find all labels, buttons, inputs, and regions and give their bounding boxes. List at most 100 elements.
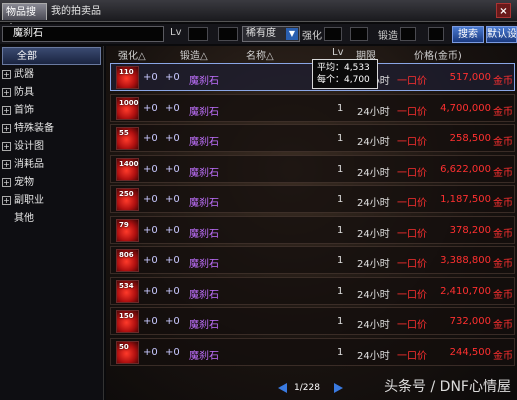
item-name: 魔刹石 <box>189 320 219 331</box>
magic-stone-icon: 79 <box>116 218 139 242</box>
forge-value: +0 <box>165 163 180 175</box>
price-value: 6,622,000 <box>440 163 491 175</box>
sidebar-item-label: 武器 <box>14 69 34 80</box>
item-count: 1 <box>337 285 344 297</box>
forge-max-input[interactable] <box>428 27 444 41</box>
search-button[interactable]: 搜索 <box>452 26 484 43</box>
enhance-min-input[interactable] <box>324 27 342 41</box>
expand-icon[interactable]: + <box>2 88 11 97</box>
sidebar-item-others[interactable]: 其他 <box>0 210 103 228</box>
table-row[interactable]: 55 +0 +0 魔刹石 1 24小时 一口价 258,500 金币 <box>110 124 515 152</box>
rarity-select[interactable]: 稀有度 ▼ <box>242 26 300 42</box>
buyout-label: 一口价 <box>397 320 427 331</box>
forge-label: 锻造 <box>378 31 398 42</box>
forge-value: +0 <box>165 255 180 266</box>
sidebar-item-blueprints[interactable]: + 设计图 <box>0 138 103 156</box>
currency-label: 金币 <box>493 76 513 87</box>
time-left: 24小时 <box>357 259 390 270</box>
sidebar-item-special-equipment[interactable]: + 特殊装备 <box>0 120 103 138</box>
currency-label: 金币 <box>493 320 513 331</box>
header-lv[interactable]: Lv <box>332 47 344 58</box>
table-row[interactable]: 534 +0 +0 魔刹石 1 24小时 一口价 2,410,700 金币 <box>110 276 515 305</box>
table-row[interactable]: 1400 +0 +0 魔刹石 1 24小时 一口价 6,622,000 金币 <box>110 154 515 183</box>
forge-value: +0 <box>165 133 180 144</box>
table-row[interactable]: 50 +0 +0 魔刹石 1 24小时 一口价 244,500 金币 <box>110 337 515 366</box>
item-count: 1 <box>337 224 344 236</box>
item-quantity: 50 <box>119 342 129 351</box>
auction-list: 强化△ 锻造△ 名称△ Lv 期限 价格(金币) 110 +0 +0 魔刹石 1 24小时… <box>106 46 517 400</box>
price-value: 1,187,500 <box>440 194 491 205</box>
price-value: 4,700,000 <box>440 102 491 114</box>
chevron-down-icon: ▼ <box>286 28 298 40</box>
item-count: 1 <box>337 133 344 144</box>
prev-page-icon[interactable] <box>278 383 287 393</box>
sidebar-item-pets[interactable]: + 宠物 <box>0 174 103 192</box>
sidebar-item-label: 首饰 <box>14 105 34 116</box>
expand-icon[interactable]: + <box>2 178 11 187</box>
forge-value: +0 <box>165 102 180 114</box>
sidebar-item-armor[interactable]: + 防具 <box>0 84 103 102</box>
sidebar-item-accessories[interactable]: + 首饰 <box>0 102 103 120</box>
currency-label: 金币 <box>493 106 513 118</box>
header-forge[interactable]: 锻造△ <box>180 47 208 62</box>
enhance-value: +0 <box>143 72 158 83</box>
watermark-text: 头条号 / DNF心情屋 <box>384 379 511 395</box>
page-indicator: 1/228 <box>294 383 320 393</box>
lv-max-input[interactable] <box>218 27 238 41</box>
expand-icon[interactable]: + <box>2 160 11 169</box>
header-name[interactable]: 名称△ <box>246 47 274 62</box>
currency-label: 金币 <box>493 259 513 270</box>
buyout-label: 一口价 <box>397 167 427 179</box>
expand-icon[interactable]: + <box>2 70 11 79</box>
price-value: 258,500 <box>449 133 491 144</box>
time-left: 24小时 <box>357 350 390 362</box>
table-row[interactable]: 806 +0 +0 魔刹石 1 24小时 一口价 3,388,800 金币 <box>110 246 515 274</box>
item-name: 魔刹石 <box>189 228 219 240</box>
enhance-value: +0 <box>143 255 158 266</box>
item-quantity: 1000 <box>119 98 139 107</box>
expand-icon[interactable]: + <box>2 196 11 205</box>
next-page-icon[interactable] <box>334 383 343 393</box>
currency-label: 金币 <box>493 350 513 362</box>
sidebar-item-all[interactable]: 全部 <box>2 47 101 65</box>
tab-my-auctions[interactable]: 我的拍卖品 <box>48 3 104 20</box>
buyout-label: 一口价 <box>397 198 427 209</box>
sidebar-item-consumables[interactable]: + 消耗品 <box>0 156 103 174</box>
pagination: 1/228 <box>272 382 347 396</box>
forge-value: +0 <box>165 72 180 83</box>
header-enhance[interactable]: 强化△ <box>118 47 146 62</box>
search-input[interactable]: 魔刹石 <box>2 26 164 42</box>
table-row[interactable]: 250 +0 +0 魔刹石 1 24小时 一口价 1,187,500 金币 <box>110 185 515 213</box>
close-button[interactable]: × <box>496 3 511 18</box>
magic-stone-icon: 534 <box>116 279 139 303</box>
table-row[interactable]: 1000 +0 +0 魔刹石 1 24小时 一口价 4,700,000 金币 <box>110 93 515 122</box>
sidebar-item-sub-profession[interactable]: + 副职业 <box>0 192 103 210</box>
currency-label: 金币 <box>493 289 513 301</box>
table-row[interactable]: 150 +0 +0 魔刹石 1 24小时 一口价 732,000 金币 <box>110 307 515 335</box>
buyout-label: 一口价 <box>397 106 427 118</box>
forge-value: +0 <box>165 194 180 205</box>
item-quantity: 55 <box>119 129 129 137</box>
currency-label: 金币 <box>493 228 513 240</box>
magic-stone-icon: 250 <box>116 188 139 211</box>
item-count: 1 <box>337 255 344 266</box>
expand-icon[interactable]: + <box>2 124 11 133</box>
sidebar-item-weapons[interactable]: + 武器 <box>0 66 103 84</box>
forge-min-input[interactable] <box>400 27 416 41</box>
default-button[interactable]: 默认设 <box>486 26 517 43</box>
expand-icon[interactable]: + <box>2 106 11 115</box>
tab-item-search[interactable]: 物品搜索 <box>2 3 47 35</box>
magic-stone-icon: 1000 <box>116 96 139 120</box>
magic-stone-icon: 55 <box>116 127 139 150</box>
table-row[interactable]: 79 +0 +0 魔刹石 1 24小时 一口价 378,200 金币 <box>110 215 515 244</box>
price-value: 2,410,700 <box>440 285 491 297</box>
header-price[interactable]: 价格(金币) <box>414 47 462 62</box>
buyout-label: 一口价 <box>397 137 427 148</box>
item-quantity: 806 <box>119 251 134 259</box>
enhance-max-input[interactable] <box>350 27 368 41</box>
forge-value: +0 <box>165 346 180 358</box>
forge-value: +0 <box>165 224 180 236</box>
lv-min-input[interactable] <box>188 27 208 41</box>
expand-icon[interactable]: + <box>2 142 11 151</box>
sidebar-item-label: 全部 <box>17 51 37 62</box>
